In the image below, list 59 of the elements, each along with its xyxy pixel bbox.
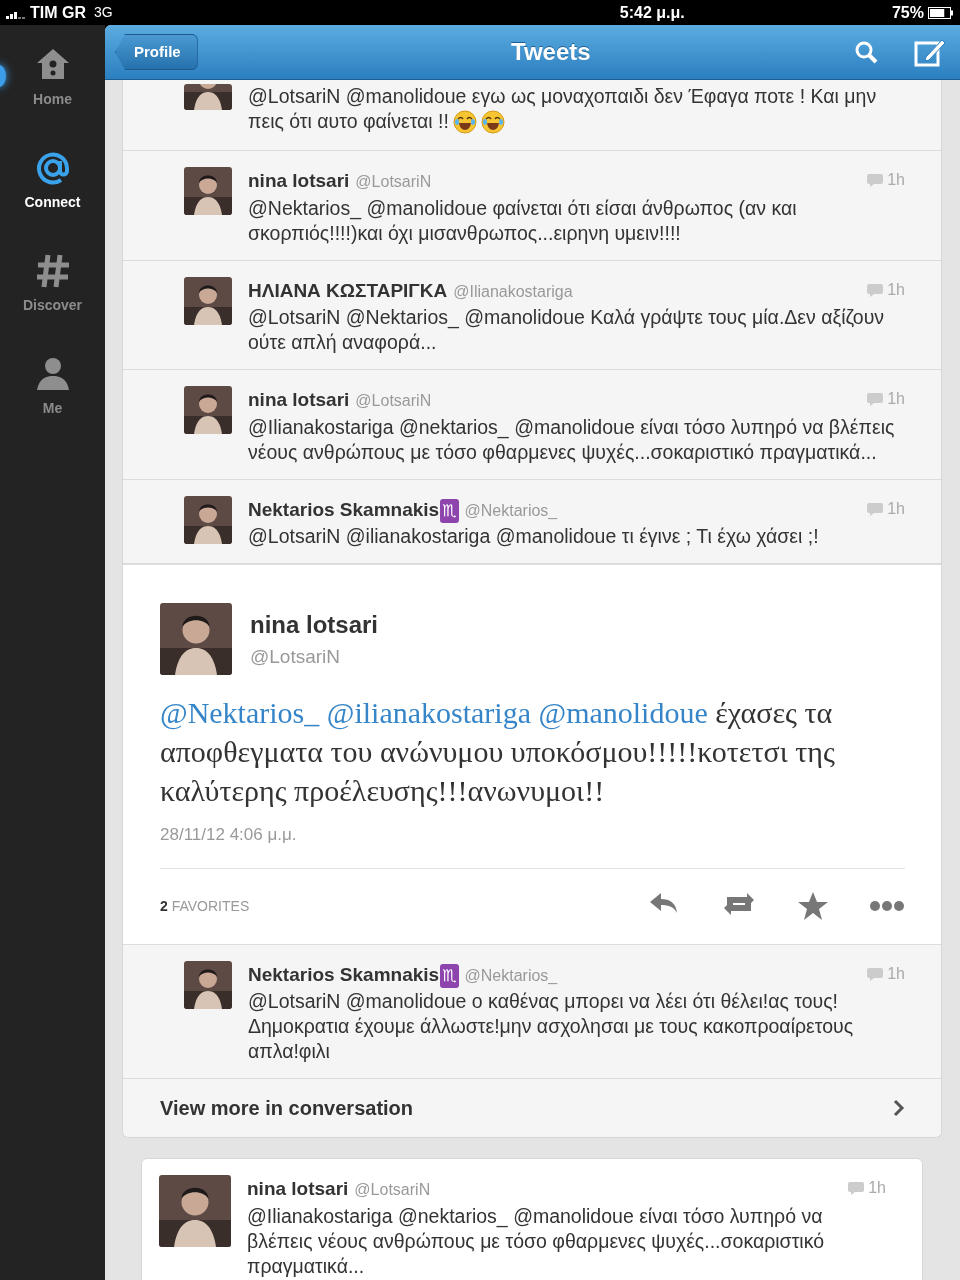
- mention-link[interactable]: @manolidoue: [538, 696, 708, 729]
- sidebar-tab[interactable]: Home: [32, 45, 73, 110]
- author-handle: @Ilianakostariga: [453, 281, 573, 302]
- back-button[interactable]: Profile: [115, 34, 198, 70]
- author-name: ΗΛΙΑΝΑ ΚΩΣΤΑΡΙΓΚΑ: [248, 278, 448, 303]
- tweet-time: 1h: [887, 389, 905, 409]
- tweet-time: 1h: [887, 279, 905, 300]
- author-name: nina lotsari: [248, 169, 350, 193]
- zodiac-badge: ♏: [440, 498, 459, 523]
- zodiac-badge: ♏: [440, 963, 459, 988]
- author-name: Nektarios Skamnakis: [248, 497, 440, 522]
- network-type: 3G: [94, 3, 113, 22]
- reply-bubble-icon: [867, 392, 884, 406]
- tweet-text: @LotsariN @Nektarios_ @manolidoue Καλά γράψτε τους μία.Δεν αξίζουν ούτε απλή αναφορά...: [248, 305, 886, 355]
- tweet-text: πεις ότι αυτο φαίνεται !!: [248, 109, 449, 134]
- tweet-text: @Ilianakostariga @nektarios_ @manolidoue είναι τόσο λυπηρό να βλέπεις νέους ανθρώπους με τόσο φθαρμενες ψυχές...σοκαριστικό πραγματικά...: [247, 1203, 826, 1279]
- tweet-text: @Ilianakostariga @nektarios_ @manolidoue είναι τόσο λυπηρό να βλέπεις νέους ανθρώπους με τόσο φθαρμενες ψυχές...σοκαριστικό πραγματικά...: [248, 414, 896, 465]
- laughing-emoji-icon: [452, 109, 477, 134]
- tweet-text: @Nektarios_ @ilianakostariga @manolidoue έχασες τα αποφθεγματα του ανώνυμου υποκόσμου!!!!!κοτετσι της καλύτερης προέλευσης!!!ανωνυμοι!!: [160, 695, 836, 809]
- sidebar-tab[interactable]: Discover: [22, 251, 83, 316]
- reply-bubble-icon: [867, 501, 884, 516]
- tweet-date: 28/11/12 4:06 μ.μ.: [160, 822, 905, 869]
- reply-bubble-icon: [867, 282, 884, 297]
- laughing-emoji-icon: [480, 109, 505, 134]
- author-name: nina lotsari: [250, 609, 379, 640]
- sidebar-tab[interactable]: Me: [32, 354, 73, 419]
- author-name: Nektarios Skamnakis: [248, 962, 440, 987]
- tweet-text: @LotsariN @manolidoue εγω ως μοναχοπαιδι δεν Έφαγα ποτε ! Και μην: [248, 84, 877, 109]
- favorites-count: 2 FAVORITES: [160, 896, 250, 916]
- mention-link[interactable]: @ilianakostariga: [326, 696, 531, 729]
- author-handle: @LotsariN: [250, 644, 342, 669]
- carrier-name: TIM GR: [30, 2, 86, 23]
- tweet-text: @LotsariN @ilianakostariga @manolidoue τι έγινε ; Τι έχω χάσει ;!: [248, 524, 820, 549]
- author-handle: @Nektarios_: [464, 500, 558, 521]
- clock: 5:42 μ.μ.: [618, 2, 685, 23]
- tweet-time: 1h: [868, 1178, 886, 1198]
- author-name: nina lotsari: [248, 388, 350, 412]
- author-handle: @LotsariN: [355, 172, 432, 192]
- reply-bubble-icon: [867, 173, 884, 187]
- reply-bubble-icon: [848, 1181, 865, 1195]
- page-title: Tweets: [510, 37, 592, 67]
- view-more-row[interactable]: View more in conversation: [123, 1079, 941, 1137]
- author-handle: @Nektarios_: [464, 965, 558, 986]
- author-handle: @LotsariN: [354, 1180, 431, 1200]
- sidebar-tab[interactable]: Connect: [24, 148, 81, 213]
- battery-icon: [928, 6, 954, 19]
- search-icon[interactable]: [854, 40, 878, 64]
- author-name: nina lotsari: [247, 1177, 349, 1201]
- mention-link[interactable]: @Nektarios_: [160, 696, 320, 729]
- battery-percent: 75%: [891, 2, 924, 23]
- compose-icon[interactable]: [914, 37, 946, 67]
- tweet-text: @LotsariN @manolidoue ο καθένας μπορει να λέει ότι θέλει!ας τους! Δημοκρατια έχουμε άλλωστε!μην ασχολησαι με τους κακοπροαίρετους απλα!φιλι: [248, 989, 855, 1064]
- chevron-icon: [893, 1099, 905, 1117]
- reply-bubble-icon: [867, 966, 884, 981]
- tweet-time: 1h: [887, 170, 905, 190]
- tweet-time: 1h: [887, 498, 905, 519]
- tweet-text: @Nektarios_ @manolidoue φαίνεται ότι είσαι άνθρωπος (αν και σκορπιός!!!!)και όχι μισανθρωπος...ειρηνη υμειν!!!!: [248, 195, 798, 246]
- author-handle: @LotsariN: [355, 391, 432, 411]
- tweet-time: 1h: [887, 963, 905, 984]
